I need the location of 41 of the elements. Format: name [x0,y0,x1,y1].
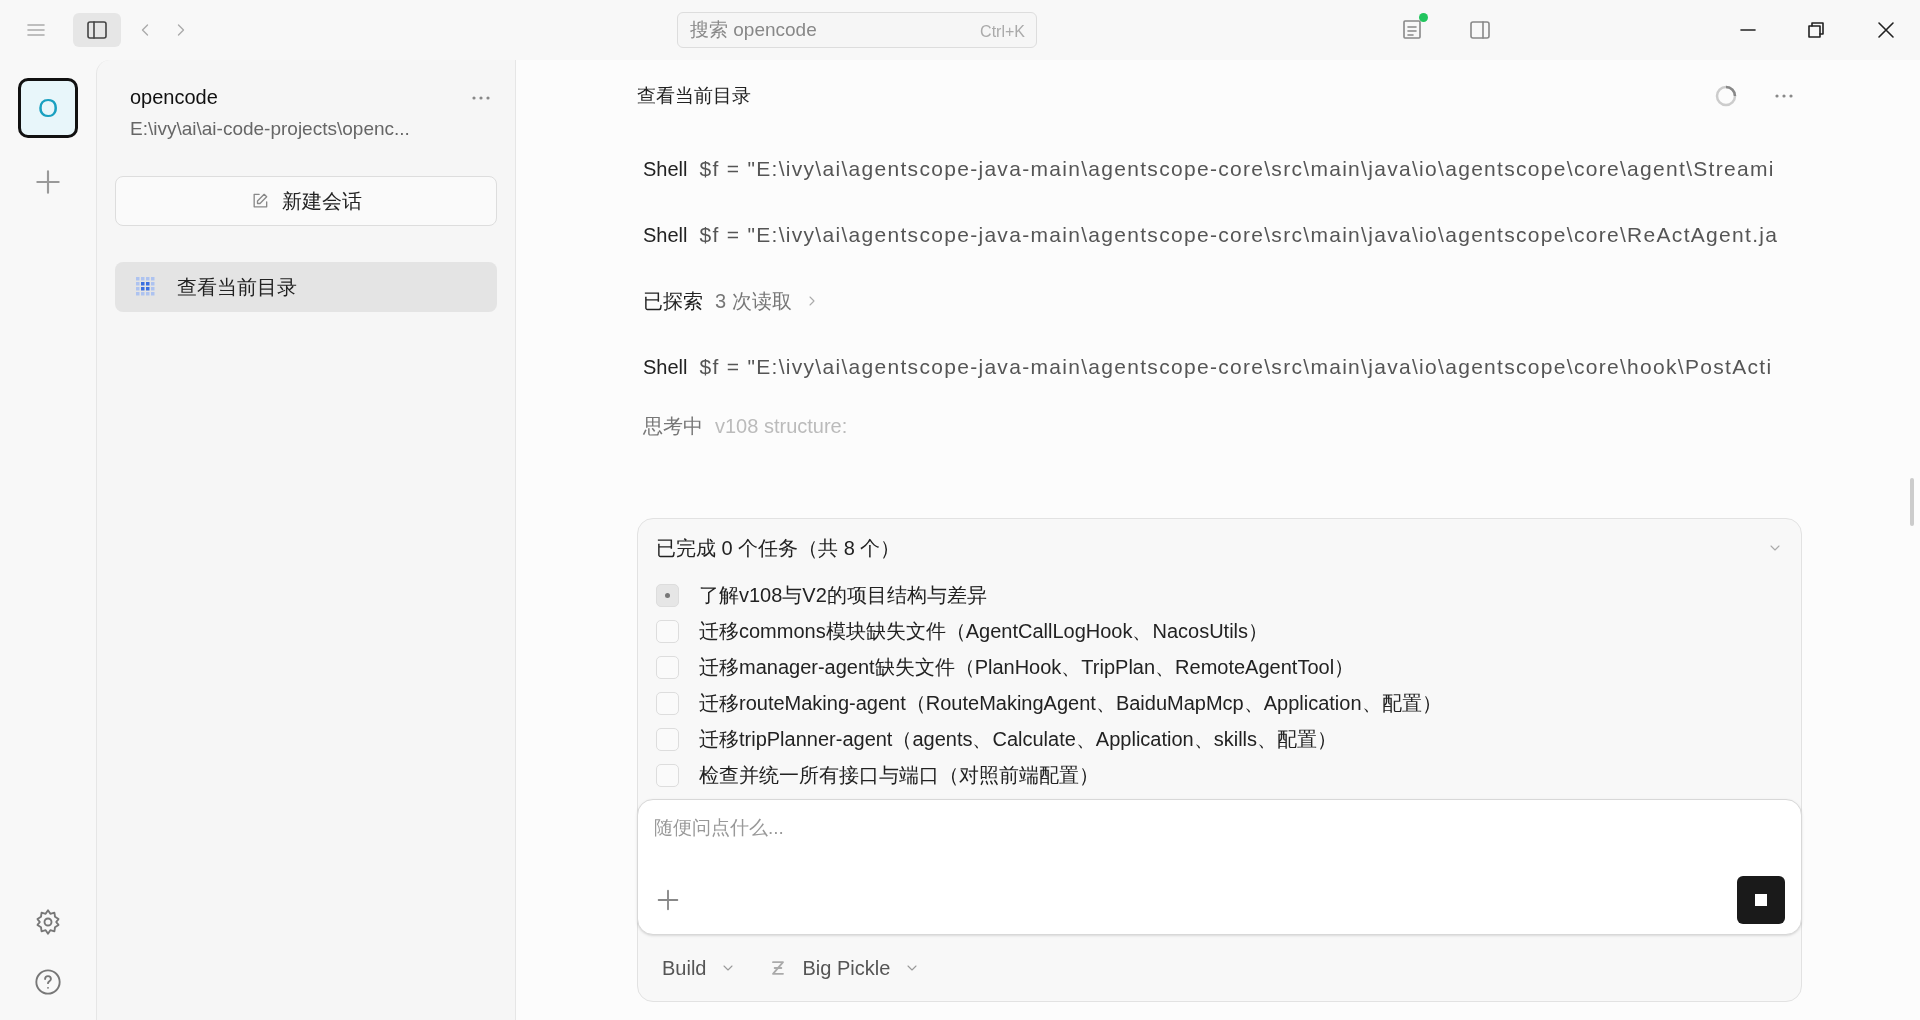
command-text: $f = "E:\ivy\ai\agentscope-java-main\agentscope-core\src\main\java\io\agentscope\core\ReActAgent.ja [699,222,1779,249]
sidebar-toggle-button[interactable] [73,13,121,47]
todo-text: 迁移commons模块缺失文件（AgentCallLogHook、NacosUtils） [699,619,1269,644]
shortcut-hint: Ctrl+K [980,22,1025,42]
todo-checkbox[interactable] [656,691,679,715]
todo-checkbox[interactable] [656,655,679,679]
step-label: 已探索 [643,289,703,314]
todo-text: 迁移tripPlanner-agent（agents、Calculate、Application、skills、配置） [699,727,1338,752]
new-session-button[interactable]: 新建会话 [115,175,497,226]
command-text: $f = "E:\ivy\ai\agentscope-java-main\agentscope-core\src\main\java\io\agentscope\core\hook\PostActi [699,354,1773,381]
todo-checkbox[interactable] [656,619,679,643]
panel-icon[interactable] [1468,18,1492,42]
step-label: Shell [643,223,688,248]
session-item[interactable]: 查看当前目录 [115,261,497,312]
settings-icon[interactable] [34,908,62,936]
project-name: opencode [130,85,219,110]
todo-text: 迁移routeMaking-agent（RouteMakingAgent、BaiduMapMcp、Application、配置） [699,691,1442,716]
scrollbar-thumb[interactable] [1910,478,1914,526]
command-text: $f = "E:\ivy\ai\agentscope-java-main\agentscope-core\src\main\java\io\agentscope\core\agent\Streami [699,156,1775,183]
document-icon[interactable] [1400,17,1424,41]
chat-title: 查看当前目录 [637,83,751,108]
todo-summary: 已完成 0 个任务（共 8 个） [656,536,901,561]
grid-icon [133,274,157,299]
explored-count: 3 次读取 [715,289,792,314]
todo-checkbox[interactable] [656,583,679,607]
step-label: Shell [643,157,688,182]
todo-checkbox[interactable] [656,727,679,751]
todo-text: 了解v108与V2的项目结构与差异 [699,583,987,608]
step-label: 思考中 [643,414,703,439]
sidebar-icon [85,18,109,42]
step-label: Shell [643,355,688,380]
loading-spinner-icon [1714,84,1738,108]
todo-text: 迁移manager-agent缺失文件（PlanHook、TripPlan、RemoteAgentTool） [699,655,1355,680]
todo-checkbox[interactable] [656,763,679,787]
model-selector[interactable]: Big Pickle [768,953,921,983]
project-path: E:\ivy\ai\ai-code-projects\openc... [130,117,410,141]
help-icon[interactable] [34,968,62,996]
agent-selector[interactable]: Build [662,953,737,983]
todo-text: 检查并统一所有接口与端口（对照前端配置） [699,763,1099,788]
thinking-text: v108 structure: [715,414,848,439]
stop-button[interactable] [1737,876,1785,924]
